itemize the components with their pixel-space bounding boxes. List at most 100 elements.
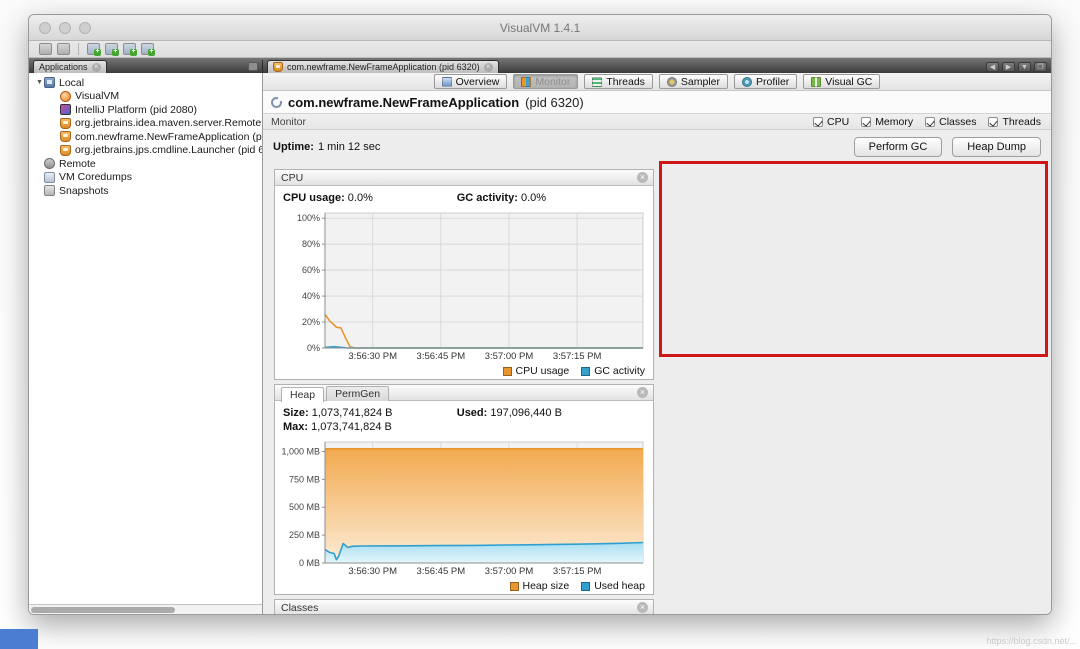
tab-monitor[interactable]: Monitor	[513, 74, 579, 89]
tree-item-vm-coredumps[interactable]: VM Coredumps	[29, 171, 262, 185]
tree-item-remote[interactable]: Remote	[29, 157, 262, 171]
plus-badge-icon: +	[130, 48, 137, 56]
document-tab[interactable]: com.newframe.NewFrameApplication (pid 63…	[267, 60, 499, 73]
scroll-tabs-right-icon[interactable]: ▶	[1002, 62, 1015, 72]
applications-tab[interactable]: Applications ×	[33, 60, 107, 73]
stat-size: Size: 1,073,741,824 B	[283, 407, 393, 419]
tab-label: Sampler	[680, 75, 721, 88]
close-icon[interactable]: ×	[637, 602, 648, 613]
add-vm-coredump-icon[interactable]: +	[123, 43, 137, 56]
plus-badge-icon: +	[148, 48, 155, 56]
checkbox-checked-icon[interactable]	[813, 116, 824, 127]
computer-icon	[44, 77, 55, 89]
document-tab-area: com.newframe.NewFrameApplication (pid 63…	[263, 60, 1051, 73]
checkbox-checked-icon[interactable]	[988, 116, 999, 127]
add-snapshot-icon[interactable]: +	[141, 43, 155, 56]
tree-item-label: org.jetbrains.jps.cmdline.Launcher (pid …	[75, 144, 262, 157]
scroll-tabs-left-icon[interactable]: ◀	[986, 62, 999, 72]
tab-threads[interactable]: Threads	[584, 74, 653, 89]
legend-item: Heap size	[509, 580, 570, 592]
checkbox-cpu[interactable]: CPU	[813, 116, 849, 128]
svg-text:3:56:30 PM: 3:56:30 PM	[348, 566, 397, 577]
stat-max: Max: 1,073,741,824 B	[283, 421, 392, 433]
applications-tab-label: Applications	[39, 62, 88, 72]
tree-item-label: Local	[59, 76, 85, 89]
tree-item-org-jetbrains-jps-cmdline-laun[interactable]: org.jetbrains.jps.cmdline.Launcher (pid …	[29, 144, 262, 158]
close-icon[interactable]: ×	[637, 172, 648, 183]
close-window-button[interactable]	[39, 22, 51, 34]
tree-item-org-jetbrains-idea-maven-serve[interactable]: org.jetbrains.idea.maven.server.RemoteMa…	[29, 117, 262, 131]
checkbox-checked-icon[interactable]	[861, 116, 872, 127]
checkbox-classes[interactable]: Classes	[925, 116, 976, 128]
tab-strip: Applications × com.newframe.NewFrameAppl…	[29, 58, 1051, 73]
cpu-stats: CPU usage: 0.0% GC activity: 0.0%	[275, 186, 653, 207]
checkbox-checked-icon[interactable]	[925, 116, 936, 127]
visualgc-icon	[811, 76, 822, 87]
scrollbar-thumb[interactable]	[31, 606, 176, 613]
tree-item-snapshots[interactable]: Snapshots	[29, 184, 262, 198]
tab-label: Monitor	[535, 75, 571, 88]
tab-list-dropdown-icon[interactable]: ▼	[1018, 62, 1031, 72]
tree-item-label: com.newframe.NewFrameApplication (pid 63…	[75, 130, 262, 143]
tab-label: Visual GC	[825, 75, 873, 88]
zoom-window-button[interactable]	[79, 22, 91, 34]
plus-badge-icon: +	[94, 48, 101, 56]
close-icon[interactable]: ×	[91, 62, 101, 72]
classes-panel-header: Classes ×	[275, 600, 653, 614]
legend-label: Heap size	[522, 580, 570, 592]
minimize-window-button[interactable]	[59, 22, 71, 34]
legend-item: Used heap	[581, 580, 645, 592]
tree-item-visualvm[interactable]: VisualVM	[29, 90, 262, 104]
plus-badge-icon: +	[112, 48, 119, 56]
maximize-tab-icon[interactable]: ❐	[1034, 62, 1047, 72]
applications-tree: ▼ Local VisualVM IntelliJ Platform (pid 208…	[29, 73, 262, 604]
horizontal-scrollbar[interactable]	[29, 604, 262, 614]
java-icon	[60, 131, 71, 143]
tab-profiler[interactable]: Profiler	[734, 74, 798, 89]
tree-item-local[interactable]: ▼ Local	[29, 76, 262, 90]
add-jmx-connection-icon[interactable]: +	[105, 43, 119, 56]
java-icon	[60, 117, 71, 129]
coredump-icon	[44, 171, 55, 183]
tab-permgen[interactable]: PermGen	[326, 385, 390, 401]
tab-visual-gc[interactable]: Visual GC	[803, 74, 881, 89]
expander-icon[interactable]: ▼	[35, 79, 44, 86]
memory-tabs: Heap PermGen	[281, 385, 637, 402]
perform-gc-button[interactable]: Perform GC	[853, 137, 943, 157]
close-icon[interactable]: ×	[637, 387, 648, 398]
legend-label: GC activity	[594, 365, 645, 377]
heap-chart: 0 MB 250 MB 500 MB 750 MB 1,000 MB 3:56:30 PM…	[277, 438, 647, 578]
minimize-panel-icon[interactable]	[248, 62, 258, 71]
save-snapshot-icon[interactable]	[57, 43, 70, 55]
refresh-icon	[271, 96, 282, 108]
tab-label: Overview	[455, 75, 500, 88]
legend-label: Used heap	[594, 580, 645, 592]
svg-text:3:57:00 PM: 3:57:00 PM	[485, 351, 534, 362]
load-snapshot-icon[interactable]	[39, 43, 52, 55]
monitor-icon	[521, 76, 532, 87]
legend-swatch	[502, 366, 512, 376]
svg-text:3:57:00 PM: 3:57:00 PM	[485, 566, 534, 577]
cpu-legend: CPU usage GC activity	[275, 363, 653, 379]
tab-heap[interactable]: Heap	[281, 386, 325, 402]
tab-sampler[interactable]: Sampler	[658, 74, 729, 89]
tree-item-label: IntelliJ Platform (pid 2080)	[75, 103, 197, 116]
tab-overview[interactable]: Overview	[433, 74, 508, 89]
classes-panel-title: Classes	[281, 601, 319, 614]
titlebar: VisualVM 1.4.1	[29, 15, 1051, 41]
tree-item-intellij-platform-pid-2080-[interactable]: IntelliJ Platform (pid 2080)	[29, 103, 262, 117]
close-icon[interactable]: ×	[483, 62, 493, 72]
cpu-panel-header: CPU ×	[275, 170, 653, 186]
traffic-lights	[39, 22, 91, 34]
heap-dump-button[interactable]: Heap Dump	[952, 137, 1041, 157]
svg-text:500 MB: 500 MB	[289, 502, 320, 512]
cpu-panel: CPU × CPU usage: 0.0% GC activity: 0.0% 0…	[274, 169, 654, 380]
stats-column: Size: 1,073,741,824 B Max: 1,073,741,824 …	[283, 406, 457, 434]
visualvm-window: VisualVM 1.4.1 + + + + Applications × com.n…	[28, 14, 1052, 615]
checkbox-memory[interactable]: Memory	[861, 116, 913, 128]
tree-item-com-newframe-newframeapplicati[interactable]: com.newframe.NewFrameApplication (pid 63…	[29, 130, 262, 144]
tree-item-label: VisualVM	[75, 90, 120, 103]
tree-item-label: VM Coredumps	[59, 171, 132, 184]
checkbox-threads[interactable]: Threads	[988, 116, 1041, 128]
add-application-icon[interactable]: +	[87, 43, 101, 56]
